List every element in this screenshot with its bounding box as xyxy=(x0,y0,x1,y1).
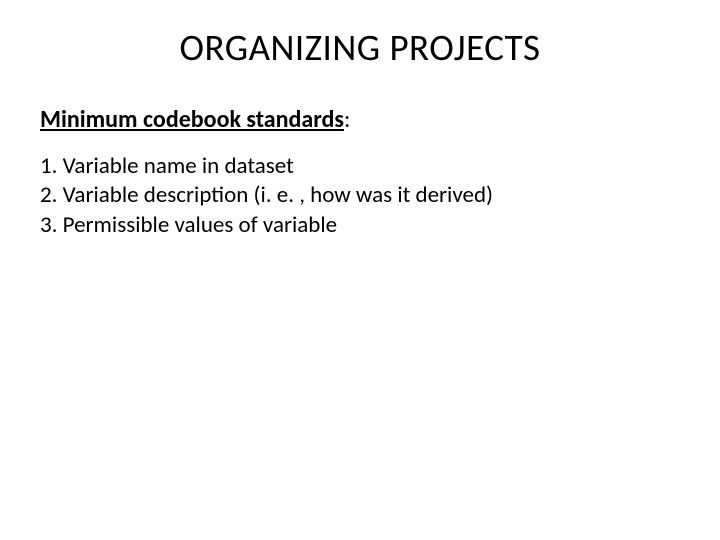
slide-subtitle: Minimum codebook standards: xyxy=(40,105,680,134)
subtitle-colon: : xyxy=(344,105,350,134)
subtitle-bold-text: Minimum codebook standards xyxy=(40,105,344,134)
standards-list: 1. Variable name in dataset 2. Variable … xyxy=(40,152,680,240)
slide-title: ORGANIZING PROJECTS xyxy=(40,25,680,70)
list-item: 2. Variable description (i. e. , how was… xyxy=(40,181,680,210)
list-item: 1. Variable name in dataset xyxy=(40,152,680,181)
list-item: 3. Permissible values of variable xyxy=(40,211,680,240)
